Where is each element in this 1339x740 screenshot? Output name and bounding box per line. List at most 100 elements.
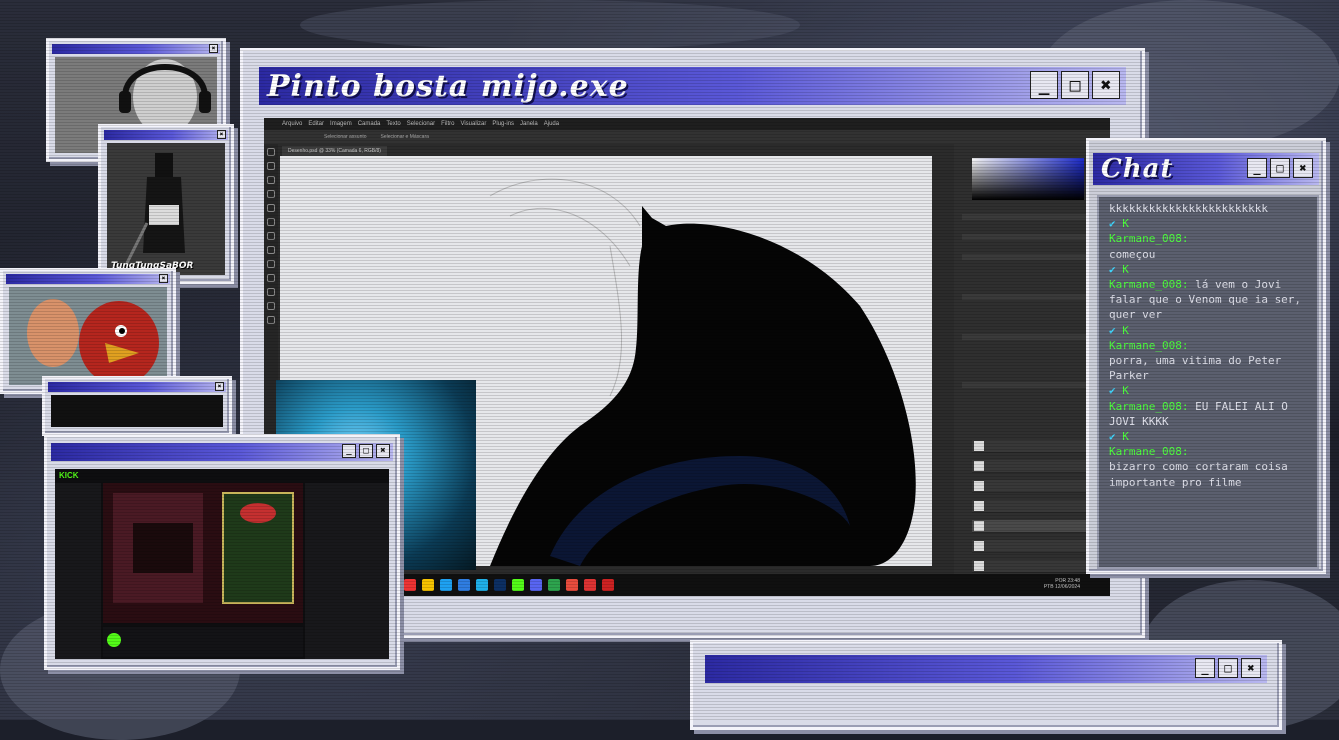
chrome-icon[interactable] — [584, 579, 596, 591]
layer-row[interactable] — [972, 560, 1098, 573]
eyedropper-tool-icon[interactable] — [267, 204, 275, 212]
close-button[interactable]: ✖ — [215, 382, 224, 391]
chat-username[interactable]: Karmane_008: — [1109, 232, 1188, 245]
stream-chat — [305, 483, 389, 659]
minimize-button[interactable]: _ — [1030, 71, 1058, 99]
layer-row[interactable] — [972, 540, 1098, 553]
meme-titlebar[interactable]: ✖ — [104, 130, 228, 140]
folder-icon[interactable] — [422, 579, 434, 591]
ps-option[interactable]: Selecionar e Máscara — [381, 134, 429, 140]
avatar[interactable] — [107, 633, 121, 647]
ps-menu-item[interactable]: Imagem — [330, 121, 352, 127]
bird-image — [9, 287, 167, 385]
edge-icon[interactable] — [440, 579, 452, 591]
obs-icon[interactable] — [566, 579, 578, 591]
ps-option[interactable]: Selecionar assunto — [324, 134, 367, 140]
maximize-button[interactable]: □ — [359, 444, 373, 458]
layer-row[interactable] — [972, 440, 1098, 453]
close-button[interactable]: ✖ — [1241, 658, 1261, 678]
chat-message: ✔ K Karmane_008: EU FALEI ALI O JOVI KKKK — [1109, 383, 1307, 429]
layer-thumbnail — [974, 441, 984, 451]
ps-menu-item[interactable]: Camada — [358, 121, 381, 127]
zoom-tool-icon[interactable] — [267, 316, 275, 324]
opera-icon[interactable] — [602, 579, 614, 591]
layer-row[interactable] — [972, 480, 1098, 493]
layers-tabs[interactable] — [962, 382, 1102, 388]
app-icon[interactable] — [404, 579, 416, 591]
stamp-tool-icon[interactable] — [267, 232, 275, 240]
minimize-button[interactable]: _ — [342, 444, 356, 458]
window-controls: ✖ — [217, 130, 226, 139]
bg-cloud — [300, 0, 800, 50]
ps-menu-item[interactable]: Ajuda — [544, 121, 559, 127]
chat-username[interactable]: Karmane_008: — [1109, 278, 1188, 291]
small-window-titlebar[interactable]: ✖ — [48, 382, 226, 392]
ps-menu-item[interactable]: Texto — [386, 121, 400, 127]
properties-row — [962, 294, 1102, 300]
maximize-button[interactable]: □ — [1218, 658, 1238, 678]
close-button[interactable]: ✖ — [217, 130, 226, 139]
close-button[interactable]: ✖ — [1092, 71, 1120, 99]
type-tool-icon[interactable] — [267, 288, 275, 296]
taskbar-clock[interactable]: POR 23:48 PTB 12/06/2024 — [1044, 578, 1080, 590]
move-tool-icon[interactable] — [267, 148, 275, 156]
webcam-titlebar[interactable]: ✖ — [52, 44, 220, 54]
close-button[interactable]: ✖ — [1293, 158, 1313, 178]
crop-tool-icon[interactable] — [267, 190, 275, 198]
lasso-tool-icon[interactable] — [267, 176, 275, 184]
ps-menu-item[interactable]: Selecionar — [407, 121, 435, 127]
layer-row[interactable] — [972, 460, 1098, 473]
properties-row — [962, 254, 1102, 260]
close-button[interactable]: ✖ — [159, 274, 168, 283]
chat-text: kkkkkkkkkkkkkkkkkkkkkkkk — [1109, 202, 1268, 215]
window-controls: ✖ — [215, 382, 224, 391]
close-button[interactable]: ✖ — [376, 444, 390, 458]
chat-window: Chat _ □ ✖ kkkkkkkkkkkkkkkkkkkkkkkk ✔ KK… — [1086, 138, 1326, 574]
minimize-button[interactable]: _ — [1195, 658, 1215, 678]
ps-menu-item[interactable]: Visualizar — [460, 121, 486, 127]
spotify-icon[interactable] — [548, 579, 560, 591]
store-icon[interactable] — [458, 579, 470, 591]
clock-region: PTB — [1043, 584, 1054, 590]
stream-video[interactable] — [103, 483, 303, 623]
main-window-title: Pinto bosta mijo.exe — [267, 68, 629, 104]
badge-icon: ✔ — [1109, 323, 1123, 337]
maximize-button[interactable]: □ — [1061, 71, 1089, 99]
window-controls: _ □ ✖ — [1247, 158, 1313, 178]
maximize-button[interactable]: □ — [1270, 158, 1290, 178]
pen-tool-icon[interactable] — [267, 274, 275, 282]
close-button[interactable]: ✖ — [209, 44, 218, 53]
photoshop-icon[interactable] — [494, 579, 506, 591]
ps-menu-item[interactable]: Filtro — [441, 121, 454, 127]
bird-titlebar[interactable]: ✖ — [6, 274, 170, 284]
browser-titlebar[interactable]: _ □ ✖ — [51, 443, 393, 461]
discord-icon[interactable] — [530, 579, 542, 591]
chat-username[interactable]: Karmane_008: — [1109, 339, 1188, 352]
bottle-image — [107, 143, 225, 275]
layer-thumbnail — [974, 501, 984, 511]
hand-tool-icon[interactable] — [267, 302, 275, 310]
layer-row[interactable] — [972, 500, 1098, 513]
kick-logo[interactable]: KICK — [59, 471, 79, 480]
ps-menu-item[interactable]: Arquivo — [282, 121, 302, 127]
main-window-titlebar[interactable]: Pinto bosta mijo.exe _ □ ✖ — [259, 67, 1126, 105]
layer-thumbnail — [974, 521, 984, 531]
eraser-tool-icon[interactable] — [267, 246, 275, 254]
steam-icon[interactable] — [476, 579, 488, 591]
ps-menu-item[interactable]: Plug-ins — [492, 121, 514, 127]
kick-icon[interactable] — [512, 579, 524, 591]
badge-k: K — [1122, 384, 1129, 398]
layer-row-selected[interactable] — [972, 520, 1098, 533]
gradient-tool-icon[interactable] — [267, 260, 275, 268]
chat-titlebar[interactable]: Chat _ □ ✖ — [1093, 153, 1319, 185]
chat-username[interactable]: Karmane_008: — [1109, 400, 1188, 413]
brush-tool-icon[interactable] — [267, 218, 275, 226]
chat-username[interactable]: Karmane_008: — [1109, 445, 1188, 458]
ps-document-tab[interactable]: Desenho.psd @ 33% (Camada 6, RGB/8) — [282, 146, 387, 156]
small-window-content — [51, 395, 223, 427]
minimize-button[interactable]: _ — [1247, 158, 1267, 178]
marquee-tool-icon[interactable] — [267, 162, 275, 170]
ps-menu-item[interactable]: Janela — [520, 121, 538, 127]
ps-menu-item[interactable]: Editar — [308, 121, 324, 127]
empty-window-titlebar[interactable]: _ □ ✖ — [705, 655, 1267, 683]
